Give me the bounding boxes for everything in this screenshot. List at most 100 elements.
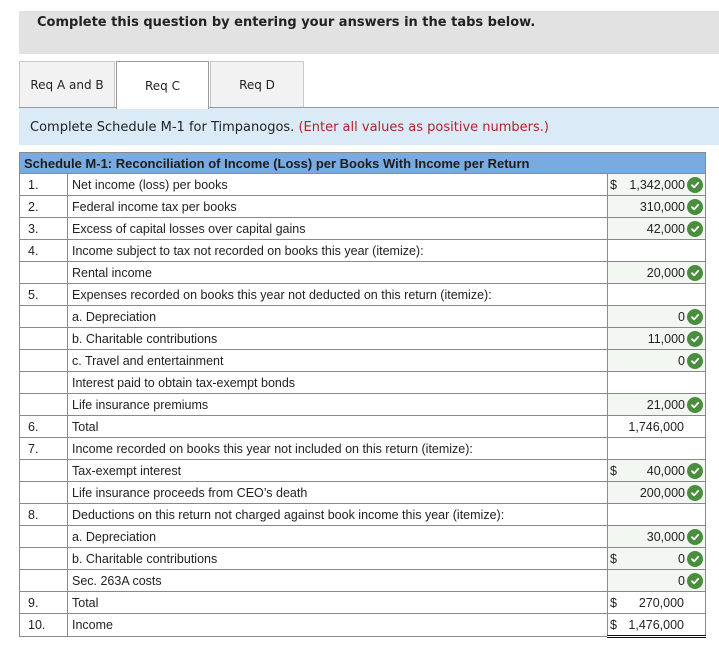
instructions-text: Complete Schedule M-1 for Timpanogos. [30, 120, 295, 135]
amount-cell[interactable]: 0 [607, 569, 706, 592]
line-number [19, 459, 68, 482]
amount-cell: $1,476,000 [607, 613, 706, 638]
table-row: c. Travel and entertainment 0 [19, 349, 706, 372]
amount-cell[interactable]: 200,000 [607, 481, 706, 504]
correct-check-icon [687, 330, 703, 347]
table-row: 7. Income recorded on books this year not… [19, 437, 706, 460]
line-number: 6. [19, 415, 68, 438]
amount-cell [607, 283, 706, 306]
amount-cell [607, 371, 706, 394]
correct-check-icon [687, 220, 703, 237]
line-number: 4. [19, 239, 68, 262]
line-number: 8. [19, 503, 68, 526]
correct-check-icon [687, 484, 703, 501]
line-description: Total [67, 415, 608, 438]
amount-input[interactable]: 42,000 [624, 222, 687, 236]
line-number [19, 371, 68, 394]
table-row: Rental income 20,000 [19, 261, 706, 284]
table-row: 9. Total $270,000 [19, 591, 706, 614]
table-row: Life insurance premiums 21,000 [19, 393, 706, 416]
amount-cell[interactable]: 11,000 [607, 327, 706, 350]
instructions-bar: Complete Schedule M-1 for Timpanogos. (E… [19, 108, 719, 145]
line-number: 2. [19, 195, 68, 218]
dollar-sign: $ [610, 463, 617, 478]
amount-input[interactable]: 40,000 [624, 464, 687, 478]
line-number [19, 349, 68, 372]
line-description: Income recorded on books this year not i… [67, 437, 608, 460]
amount-cell[interactable]: 0 [607, 305, 706, 328]
line-number: 7. [19, 437, 68, 460]
schedule-title: Schedule M-1: Reconciliation of Income (… [19, 152, 706, 174]
instructions-note: (Enter all values as positive numbers.) [298, 120, 549, 135]
correct-check-icon [687, 308, 703, 325]
amount-cell[interactable]: 0 [607, 349, 706, 372]
amount-input[interactable]: 0 [624, 574, 687, 588]
line-number [19, 261, 68, 284]
correct-check-icon [687, 396, 703, 413]
amount-input: 1,476,000 [628, 617, 684, 632]
line-number: 5. [19, 283, 68, 306]
amount-input[interactable]: 200,000 [624, 486, 687, 500]
amount-input[interactable]: 0 [624, 552, 687, 566]
table-row: 1. Net income (loss) per books $1,342,000 [19, 173, 706, 196]
amount-input[interactable]: 30,000 [624, 530, 687, 544]
line-description: Rental income [67, 261, 608, 284]
correct-check-icon [687, 352, 703, 369]
amount-input[interactable]: 310,000 [624, 200, 687, 214]
amount-cell[interactable]: 20,000 [607, 261, 706, 284]
line-number [19, 481, 68, 504]
correct-check-icon [687, 572, 703, 589]
dollar-sign: $ [610, 595, 617, 610]
amount-input[interactable]: 0 [624, 310, 687, 324]
line-number [19, 393, 68, 416]
table-row: 4. Income subject to tax not recorded on … [19, 239, 706, 262]
line-description: c. Travel and entertainment [67, 349, 608, 372]
correct-check-icon [687, 198, 703, 215]
amount-input[interactable]: 20,000 [624, 266, 687, 280]
amount-input[interactable]: 0 [624, 354, 687, 368]
amount-cell[interactable]: 21,000 [607, 393, 706, 416]
line-description: Net income (loss) per books [67, 173, 608, 196]
line-number [19, 569, 68, 592]
line-number: 10. [19, 613, 68, 637]
amount-cell[interactable]: $40,000 [607, 459, 706, 482]
amount-cell[interactable]: $1,342,000 [607, 173, 706, 196]
correct-check-icon [687, 528, 703, 545]
line-description: Excess of capital losses over capital ga… [67, 217, 608, 240]
dollar-sign: $ [610, 177, 617, 192]
table-row: 10. Income $1,476,000 [19, 613, 706, 638]
line-number [19, 305, 68, 328]
dollar-sign: $ [610, 617, 617, 632]
line-description: Life insurance proceeds from CEO’s death [67, 481, 608, 504]
amount-cell [607, 239, 706, 262]
amount-input[interactable]: 11,000 [624, 332, 687, 346]
line-description: a. Depreciation [67, 525, 608, 548]
amount-cell: 1,746,000 [607, 415, 706, 438]
table-row: 2. Federal income tax per books 310,000 [19, 195, 706, 218]
dollar-sign: $ [610, 551, 617, 566]
table-row: Sec. 263A costs 0 [19, 569, 706, 592]
amount-cell: $270,000 [607, 591, 706, 614]
amount-cell[interactable]: 310,000 [607, 195, 706, 218]
tab-req-a-and-b[interactable]: Req A and B [19, 61, 115, 107]
amount-cell[interactable]: $0 [607, 547, 706, 570]
line-number [19, 525, 68, 548]
line-number [19, 327, 68, 350]
line-number: 1. [19, 173, 68, 196]
amount-cell[interactable]: 42,000 [607, 217, 706, 240]
line-description: Tax-exempt interest [67, 459, 608, 482]
amount-cell [607, 437, 706, 460]
correct-check-icon [687, 176, 703, 193]
instruction-banner: Complete this question by entering your … [19, 11, 719, 54]
tab-req-c[interactable]: Req C [116, 61, 209, 109]
amount-input[interactable]: 21,000 [624, 398, 687, 412]
line-description: Federal income tax per books [67, 195, 608, 218]
table-row: 5. Expenses recorded on books this year n… [19, 283, 706, 306]
line-description: b. Charitable contributions [67, 327, 608, 350]
tab-req-d[interactable]: Req D [210, 61, 304, 107]
amount-cell[interactable]: 30,000 [607, 525, 706, 548]
table-row: Life insurance proceeds from CEO’s death… [19, 481, 706, 504]
amount-input[interactable]: 1,342,000 [624, 178, 687, 192]
line-description: b. Charitable contributions [67, 547, 608, 570]
table-header-row: Schedule M-1: Reconciliation of Income (… [19, 152, 706, 174]
